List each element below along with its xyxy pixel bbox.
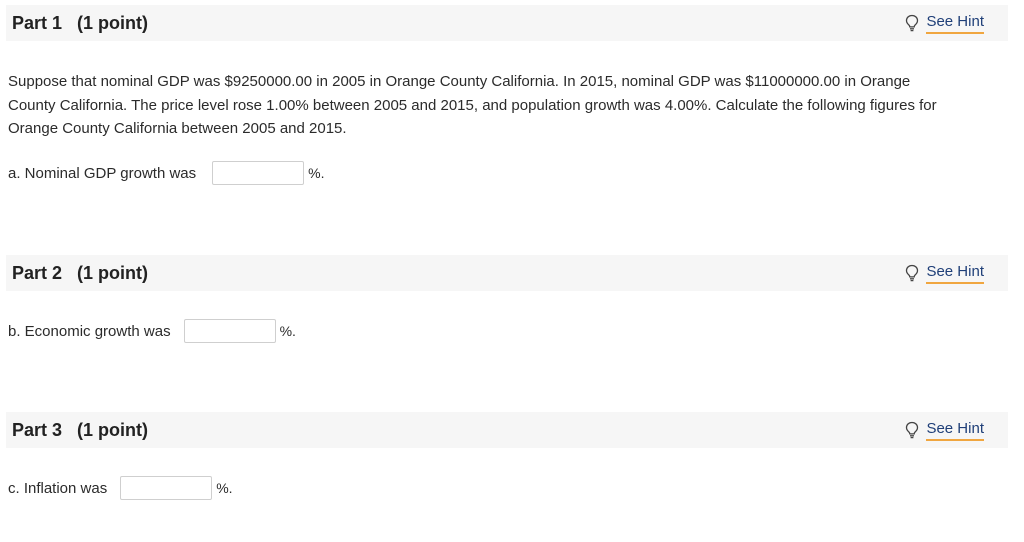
part-3-answer-label: c. Inflation was bbox=[8, 479, 108, 497]
lightbulb-icon bbox=[906, 14, 919, 32]
part-2-see-hint-link[interactable]: See Hint bbox=[904, 261, 984, 285]
lightbulb-icon bbox=[906, 421, 919, 439]
part-1-header: Part 1 (1 point) See Hint bbox=[6, 5, 1008, 41]
part-1-answer-row: a. Nominal GDP growth was %. bbox=[8, 160, 324, 186]
part-3-title: Part 3 (1 point) bbox=[12, 420, 149, 440]
part-2-answer-row: b. Economic growth was %. bbox=[8, 318, 296, 344]
economic-growth-input[interactable] bbox=[183, 319, 276, 343]
part-3-answer-row: c. Inflation was %. bbox=[8, 475, 233, 501]
part-1-answer-label: a. Nominal GDP growth was bbox=[8, 164, 197, 182]
part-2-see-hint-label[interactable]: See Hint bbox=[926, 263, 984, 284]
part-3-unit: %. bbox=[216, 480, 233, 496]
inflation-input[interactable] bbox=[120, 476, 213, 500]
part-2-unit: %. bbox=[279, 323, 296, 339]
part-2-answer-label: b. Economic growth was bbox=[8, 322, 171, 340]
part-1-see-hint-label[interactable]: See Hint bbox=[926, 13, 984, 34]
part-3-see-hint-label[interactable]: See Hint bbox=[926, 420, 984, 441]
part-2-header: Part 2 (1 point) See Hint bbox=[6, 255, 1008, 291]
part-1-see-hint-link[interactable]: See Hint bbox=[904, 11, 984, 35]
part-3-see-hint-link[interactable]: See Hint bbox=[904, 418, 984, 442]
part-2-title: Part 2 (1 point) bbox=[12, 263, 149, 283]
lightbulb-icon bbox=[906, 264, 919, 282]
nominal-gdp-growth-input[interactable] bbox=[212, 161, 305, 185]
part-1-unit: %. bbox=[308, 165, 325, 181]
part-3-header: Part 3 (1 point) See Hint bbox=[6, 412, 1008, 448]
question-text: Suppose that nominal GDP was $9250000.00… bbox=[8, 73, 937, 137]
part-1-title: Part 1 (1 point) bbox=[12, 13, 149, 33]
